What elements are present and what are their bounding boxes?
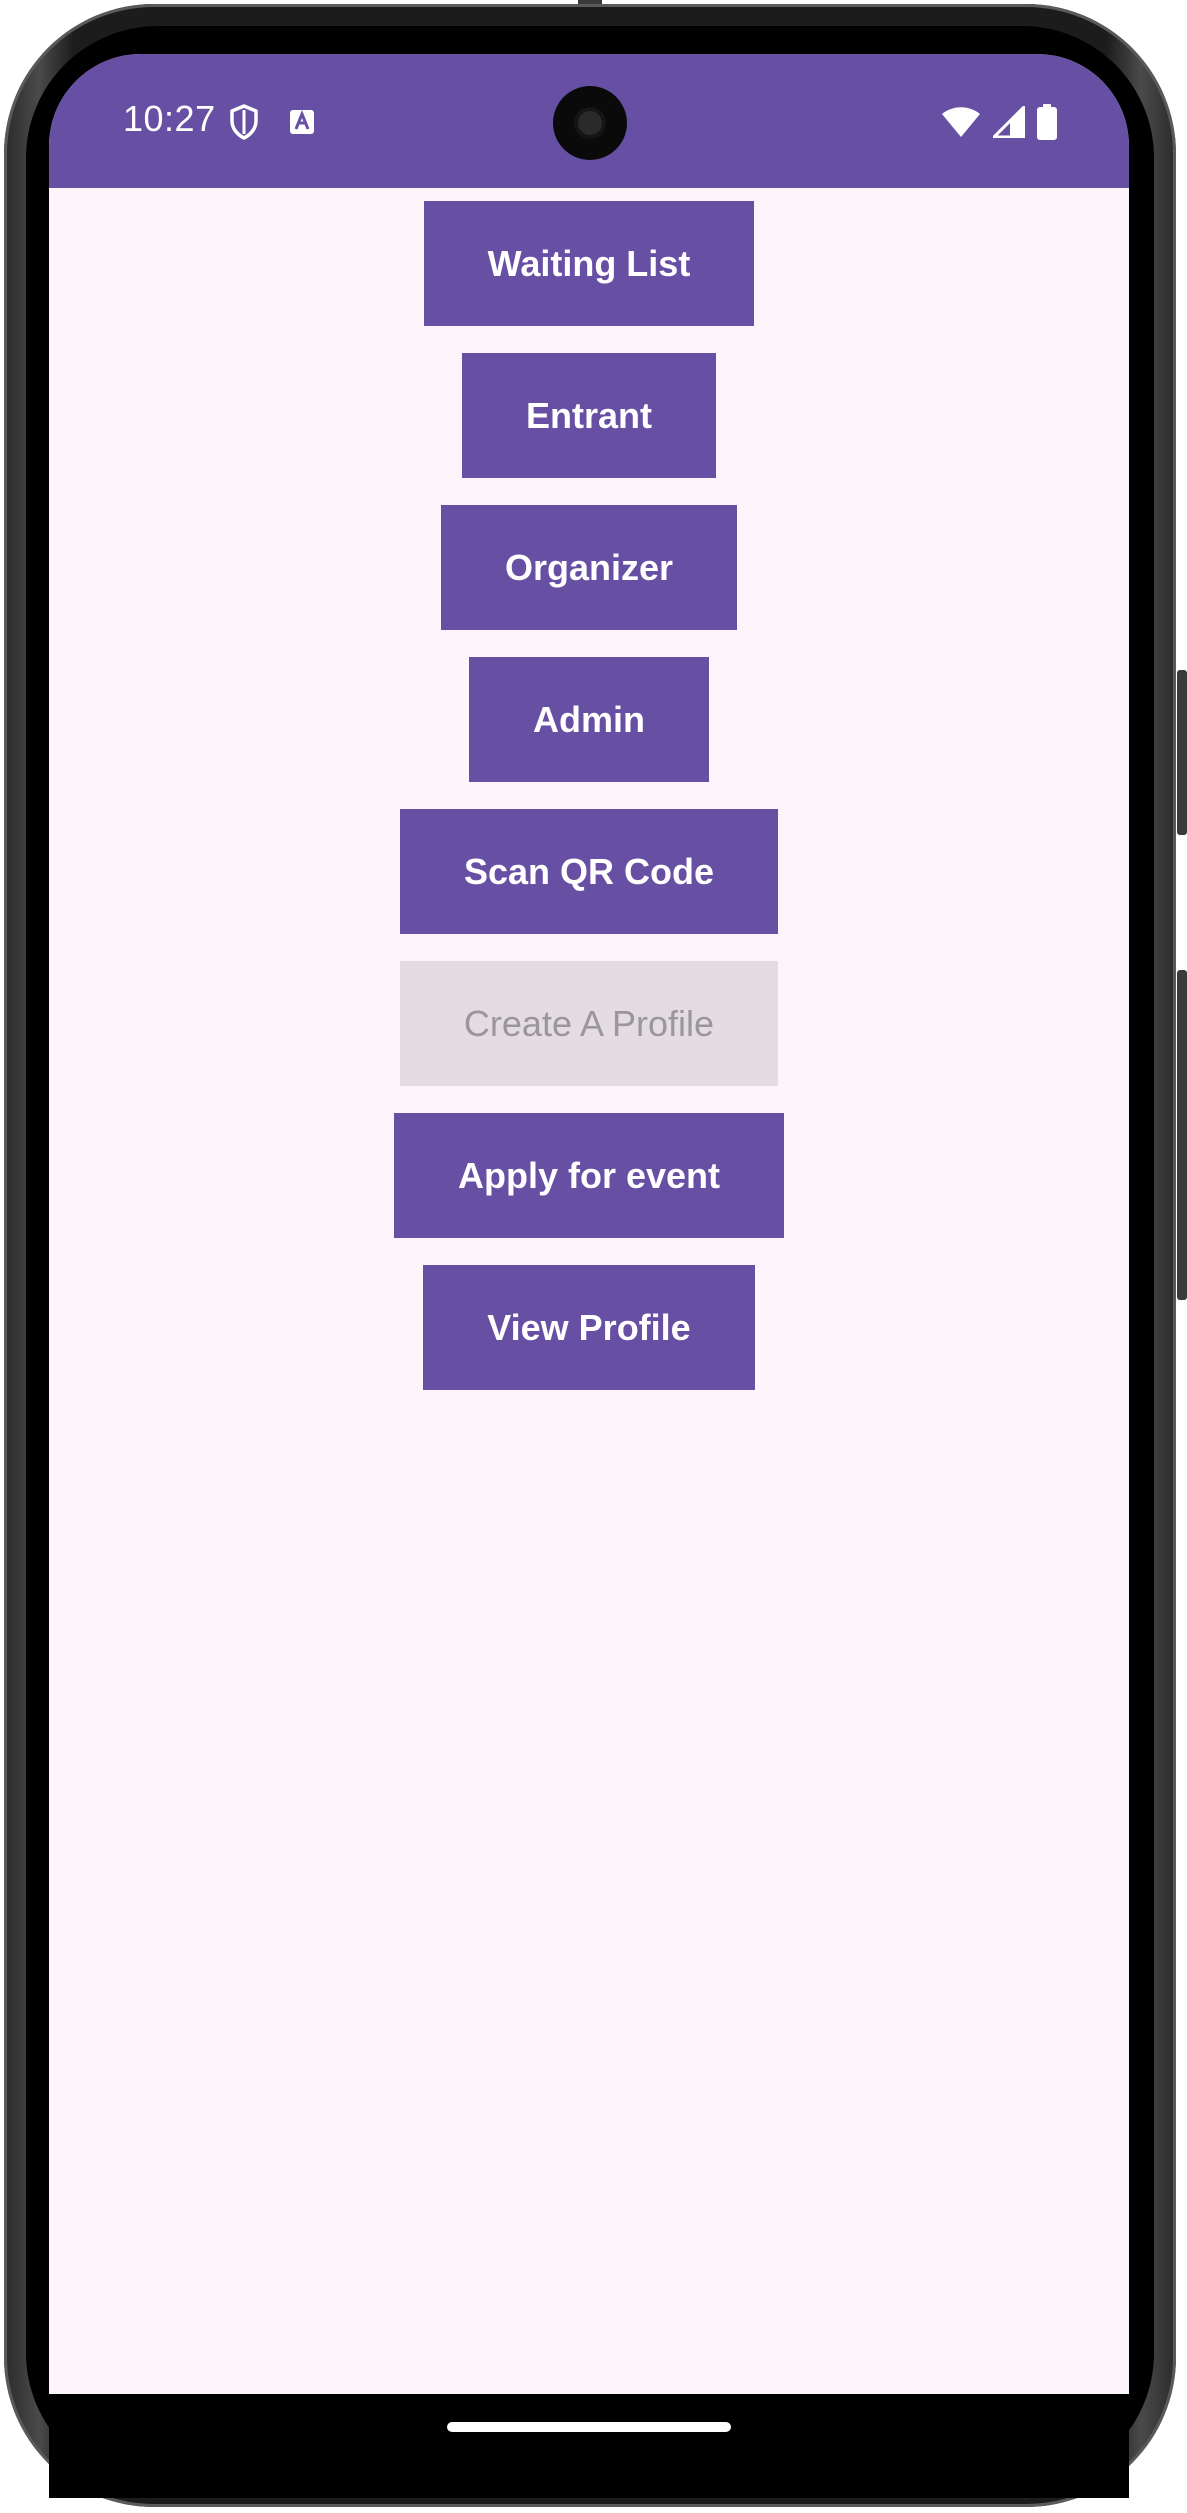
device: 10:27 Waiting List Entrant Organizer Adm…	[0, 0, 1187, 2513]
status-left-icons	[229, 104, 315, 145]
admin-button[interactable]: Admin	[469, 657, 709, 782]
navigation-bar	[49, 2394, 1129, 2498]
home-indicator[interactable]	[447, 2422, 731, 2432]
organizer-button[interactable]: Organizer	[440, 505, 738, 630]
volume-button	[1177, 970, 1187, 1300]
status-bar: 10:27	[49, 54, 1129, 188]
waiting-list-button[interactable]: Waiting List	[423, 201, 755, 326]
screen: 10:27 Waiting List Entrant Organizer Adm…	[49, 54, 1129, 2394]
keyboard-a-icon	[289, 109, 315, 140]
status-right-icons	[941, 103, 1057, 145]
front-camera	[553, 86, 627, 160]
view-profile-button[interactable]: View Profile	[423, 1265, 755, 1390]
create-profile-button: Create A Profile	[399, 961, 779, 1086]
main-button-list: Waiting List Entrant Organizer Admin Sca…	[49, 188, 1129, 1404]
power-button	[1177, 670, 1187, 835]
apply-for-event-button[interactable]: Apply for event	[393, 1113, 785, 1238]
battery-icon	[1037, 104, 1057, 145]
scan-qr-code-button[interactable]: Scan QR Code	[399, 809, 779, 934]
cellular-signal-icon	[990, 103, 1026, 143]
shield-icon	[229, 104, 259, 145]
entrant-button[interactable]: Entrant	[462, 353, 716, 478]
status-time: 10:27	[123, 98, 216, 139]
wifi-icon	[941, 106, 981, 143]
